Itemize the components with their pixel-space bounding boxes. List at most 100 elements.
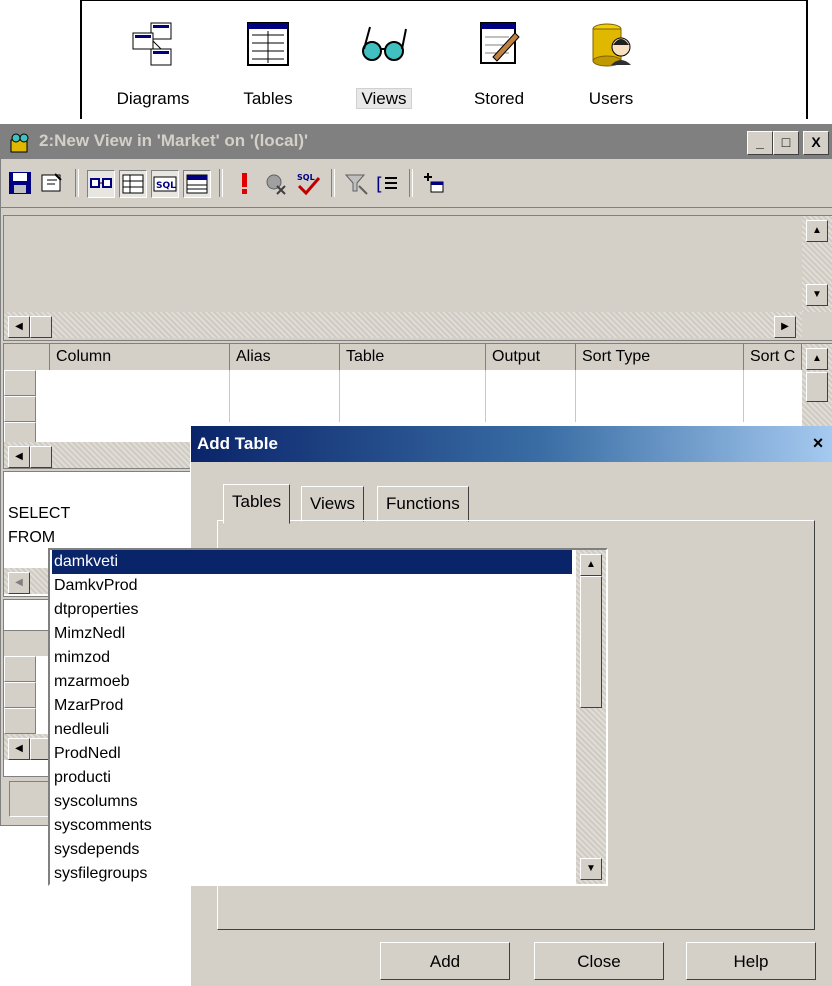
scroll-down-arrow-icon[interactable]: ▼ <box>806 284 828 306</box>
remove-filter-icon[interactable] <box>343 170 369 196</box>
scroll-right-arrow-icon[interactable]: ▶ <box>774 316 796 338</box>
tab-functions[interactable]: Functions <box>377 486 469 522</box>
properties-icon[interactable] <box>39 170 65 196</box>
row-header[interactable] <box>4 682 36 708</box>
list-item[interactable]: mimzod <box>52 646 572 670</box>
hscroll-thumb[interactable] <box>30 446 52 468</box>
table-listbox[interactable]: damkveti DamkvProd dtproperties MimzNedl… <box>48 548 608 886</box>
sql-line: FROM <box>8 529 56 546</box>
close-button[interactable]: Close <box>534 942 664 980</box>
col-output[interactable]: Output <box>486 344 576 370</box>
toolbar-separator <box>331 169 335 197</box>
diagram-pane[interactable]: ▲ ▼ ◀ ▶ <box>3 215 832 341</box>
col-table[interactable]: Table <box>340 344 486 370</box>
view-window-icon <box>10 133 29 153</box>
toolbar-separator <box>219 169 223 197</box>
toolbar-separator <box>409 169 413 197</box>
list-item[interactable]: mzarmoeb <box>52 670 572 694</box>
hscroll-thumb[interactable] <box>30 316 52 338</box>
window-close-button[interactable]: X <box>803 131 829 155</box>
view-window-title: 2:New View in 'Market' on '(local)' <box>39 131 309 150</box>
svg-text:[: [ <box>376 174 383 195</box>
help-button[interactable]: Help <box>686 942 816 980</box>
list-item[interactable]: DamkvProd <box>52 574 572 598</box>
list-item[interactable]: sysfilegroups <box>52 862 572 886</box>
save-icon[interactable] <box>7 170 33 196</box>
list-item[interactable]: producti <box>52 766 572 790</box>
list-item[interactable]: nedleuli <box>52 718 572 742</box>
scroll-left-arrow-icon[interactable]: ◀ <box>8 572 30 594</box>
diagrams-label: Diagrams <box>116 89 190 108</box>
scroll-left-arrow-icon[interactable]: ◀ <box>8 316 30 338</box>
scroll-up-arrow-icon[interactable]: ▲ <box>806 220 828 242</box>
add-table-icon[interactable] <box>421 170 447 196</box>
scroll-left-arrow-icon[interactable]: ◀ <box>8 738 30 760</box>
list-item[interactable]: MzarProd <box>52 694 572 718</box>
toolbar-separator <box>75 169 79 197</box>
scroll-left-arrow-icon[interactable]: ◀ <box>8 446 30 468</box>
diagram-hscroll[interactable] <box>4 312 802 338</box>
cancel-query-icon[interactable] <box>263 170 289 196</box>
vscroll-thumb[interactable] <box>806 372 828 402</box>
users-button[interactable]: Users <box>556 19 666 115</box>
verify-sql-icon[interactable]: SQL <box>295 170 321 196</box>
col-sort-type[interactable]: Sort Type <box>576 344 744 370</box>
list-item[interactable]: sysdepends <box>52 838 572 862</box>
list-item[interactable]: syscomments <box>52 814 572 838</box>
scroll-down-arrow-icon[interactable]: ▼ <box>580 858 602 880</box>
col-alias[interactable]: Alias <box>230 344 340 370</box>
grid-pane-icon[interactable] <box>119 170 147 198</box>
grid-row[interactable] <box>4 396 802 423</box>
users-label: Users <box>588 89 634 108</box>
view-window-titlebar[interactable]: 2:New View in 'Market' on '(local)' _ □ … <box>1 125 832 159</box>
scroll-up-arrow-icon[interactable]: ▲ <box>806 348 828 370</box>
dialog-close-icon[interactable]: × <box>807 432 829 454</box>
grid-corner <box>4 631 50 657</box>
dialog-titlebar[interactable]: Add Table × <box>191 426 832 462</box>
maximize-button[interactable]: □ <box>773 131 799 155</box>
run-icon[interactable] <box>231 170 257 196</box>
results-pane-icon[interactable] <box>183 170 211 198</box>
row-header[interactable] <box>4 396 36 422</box>
object-toolbar: Diagrams Tables Views Stored Users <box>80 0 808 119</box>
group-by-icon[interactable]: [ <box>375 170 401 196</box>
col-sort-order[interactable]: Sort C <box>744 344 802 370</box>
views-button[interactable]: Views <box>329 19 439 115</box>
diagrams-icon <box>132 22 172 66</box>
views-icon <box>362 26 407 61</box>
tab-views[interactable]: Views <box>301 486 365 522</box>
sql-pane-icon[interactable]: SQL <box>151 170 179 198</box>
stored-procedures-button[interactable]: Stored <box>444 19 554 115</box>
row-header[interactable] <box>4 708 36 734</box>
list-item[interactable]: dtproperties <box>52 598 572 622</box>
tables-button[interactable]: Tables <box>213 19 323 115</box>
sql-text[interactable]: SELECT FROM <box>8 502 70 550</box>
grid-header: Column Alias Table Output Sort Type Sort… <box>4 344 802 371</box>
add-button[interactable]: Add <box>380 942 510 980</box>
col-column[interactable]: Column <box>50 344 230 370</box>
grid-corner <box>4 344 50 370</box>
stored-procedures-icon <box>480 22 520 64</box>
minimize-button[interactable]: _ <box>747 131 773 155</box>
row-header[interactable] <box>4 370 36 396</box>
vscroll-thumb[interactable] <box>580 576 602 708</box>
list-item[interactable]: syscolumns <box>52 790 572 814</box>
view-toolbar: SQL SQL [ <box>1 161 832 208</box>
list-vscroll[interactable]: ▲ ▼ <box>576 550 606 884</box>
svg-text:SQL: SQL <box>156 181 176 191</box>
diagrams-button[interactable]: Diagrams <box>98 19 208 115</box>
tables-label: Tables <box>243 89 293 108</box>
svg-text:SQL: SQL <box>297 173 315 182</box>
list-item[interactable]: ProdNedl <box>52 742 572 766</box>
diagram-pane-icon[interactable] <box>87 170 115 198</box>
stored-procedures-label: Stored <box>473 89 525 108</box>
tab-tables[interactable]: Tables <box>223 484 291 524</box>
scroll-up-arrow-icon[interactable]: ▲ <box>580 554 602 576</box>
users-icon <box>592 23 631 67</box>
tables-icon <box>247 22 289 66</box>
views-label: Views <box>329 88 439 109</box>
list-item[interactable]: damkveti <box>52 550 572 574</box>
row-header[interactable] <box>4 656 36 682</box>
list-item[interactable]: MimzNedl <box>52 622 572 646</box>
grid-row[interactable] <box>4 370 802 397</box>
